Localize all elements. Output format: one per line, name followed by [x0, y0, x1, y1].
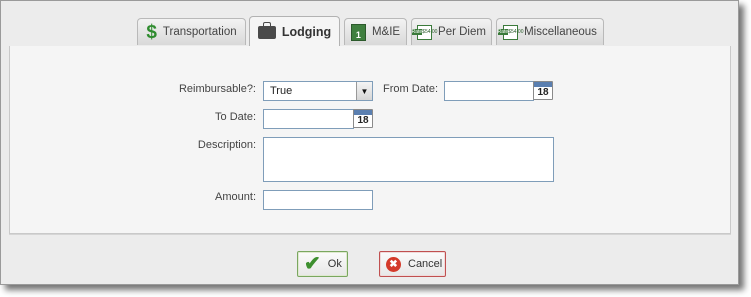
rate-card-value: $54.00	[508, 29, 524, 35]
chevron-down-icon[interactable]: ▼	[356, 82, 372, 100]
tab-lodging[interactable]: Lodging	[249, 16, 340, 47]
description-label: Description:	[197, 139, 256, 151]
from-date-label: From Date:	[382, 83, 438, 95]
tab-transportation[interactable]: $ Transportation	[137, 18, 246, 45]
briefcase-icon	[257, 21, 276, 39]
cancel-icon: ✖	[386, 256, 401, 272]
amount-label: Amount:	[215, 191, 256, 203]
rate-card-icon: Rate $54.00	[411, 24, 437, 40]
cancel-button[interactable]: ✖ Cancel	[379, 251, 446, 277]
meal-calendar-digit: 1	[355, 29, 361, 40]
calendar-day: 18	[357, 115, 369, 126]
tab-per-diem-label: Per Diem	[438, 26, 486, 38]
ok-button-label: Ok	[327, 258, 342, 270]
tab-bar: $ Transportation Lodging 1 M&IE Rate $54.…	[9, 9, 731, 47]
rate-card-top: Rate	[497, 29, 509, 35]
footer-divider	[9, 234, 731, 235]
to-date-label: To Date:	[215, 111, 256, 123]
dollar-icon: $	[146, 21, 157, 43]
description-textarea[interactable]	[263, 137, 554, 182]
rate-card-icon: Rate $54.00	[497, 24, 524, 40]
to-date-input[interactable]	[263, 109, 354, 129]
tab-mie[interactable]: 1 M&IE	[344, 18, 407, 45]
tab-miscellaneous-label: Miscellaneous	[524, 26, 597, 38]
amount-input[interactable]	[263, 190, 373, 210]
calendar-icon[interactable]: 18	[533, 81, 553, 100]
lodging-dialog: $ Transportation Lodging 1 M&IE Rate $54.…	[0, 0, 739, 285]
tab-lodging-label: Lodging	[281, 25, 332, 39]
from-date-input[interactable]	[444, 81, 534, 101]
meal-calendar-icon: 1	[350, 23, 366, 41]
rate-card-top: Rate	[411, 29, 423, 35]
tab-per-diem[interactable]: Rate $54.00 Per Diem	[411, 18, 492, 45]
tab-mie-label: M&IE	[371, 26, 401, 38]
ok-button[interactable]: ✔ Ok	[297, 251, 348, 277]
rate-card-value: $54.00	[422, 29, 438, 35]
reimbursable-select[interactable]: True ▼	[263, 81, 373, 101]
reimbursable-label: Reimbursable?:	[178, 83, 256, 95]
calendar-day: 18	[537, 87, 549, 98]
reimbursable-value: True	[270, 85, 293, 97]
tab-miscellaneous[interactable]: Rate $54.00 Miscellaneous	[496, 18, 604, 45]
calendar-icon[interactable]: 18	[353, 109, 373, 128]
cancel-button-label: Cancel	[408, 258, 443, 270]
checkmark-icon: ✔	[304, 253, 321, 275]
tab-transportation-label: Transportation	[162, 26, 237, 38]
